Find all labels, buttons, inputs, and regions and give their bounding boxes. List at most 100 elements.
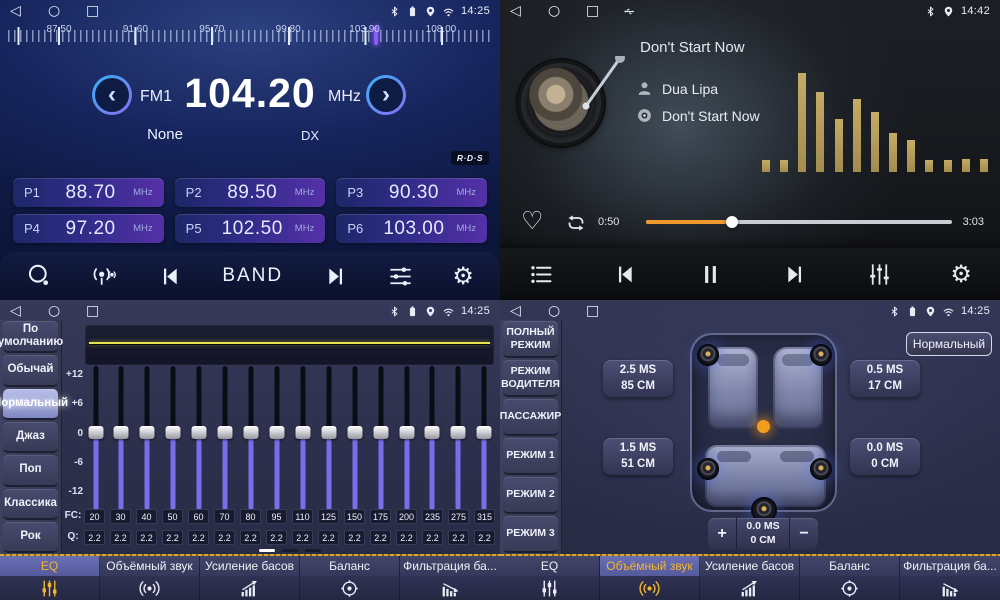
eq-band-slider[interactable] <box>88 366 103 508</box>
eq-band-slider[interactable] <box>399 366 414 508</box>
tune-up-button[interactable]: › <box>366 75 406 115</box>
slider-thumb[interactable] <box>88 426 103 439</box>
favorite-heart-icon[interactable]: ♡ <box>521 208 543 233</box>
slider-thumb[interactable] <box>477 426 492 439</box>
sound-tab[interactable]: Баланс <box>300 554 400 600</box>
slider-thumb[interactable] <box>192 426 207 439</box>
slider-thumb[interactable] <box>166 426 181 439</box>
nav-recents-icon[interactable]: □ <box>586 4 624 18</box>
eq-band-slider[interactable] <box>192 366 207 508</box>
slider-thumb[interactable] <box>295 426 310 439</box>
eq-preset-button[interactable]: Джаз <box>3 422 58 453</box>
sound-tab[interactable]: Объёмный звук <box>100 554 200 600</box>
settings-gear-icon[interactable]: ⚙ <box>452 264 474 288</box>
eq-band-slider[interactable] <box>347 366 362 508</box>
seek-bar-thumb[interactable] <box>726 216 738 228</box>
slider-thumb[interactable] <box>244 426 259 439</box>
settings-gear-icon[interactable]: ⚙ <box>950 262 972 286</box>
sound-tab[interactable]: Баланс <box>800 554 900 600</box>
slider-thumb[interactable] <box>399 426 414 439</box>
nav-back-icon[interactable]: ◁ <box>10 4 48 18</box>
eq-band-slider[interactable] <box>477 366 492 508</box>
radio-preset-button[interactable]: P4 97.20 MHz <box>13 214 164 243</box>
eq-preset-button[interactable]: Обычай <box>3 355 58 386</box>
slider-thumb[interactable] <box>373 426 388 439</box>
repeat-icon[interactable] <box>563 211 589 235</box>
nav-home-icon[interactable]: ○ <box>48 304 86 318</box>
nav-back-icon[interactable]: ◁ <box>10 304 48 318</box>
slider-thumb[interactable] <box>269 426 284 439</box>
slider-thumb[interactable] <box>321 426 336 439</box>
nav-home-icon[interactable]: ○ <box>548 4 586 18</box>
sound-tab[interactable]: Усиление басов <box>700 554 800 600</box>
tune-down-button[interactable]: ‹ <box>92 75 132 115</box>
radio-preset-button[interactable]: P3 90.30 MHz <box>336 178 487 207</box>
pause-icon[interactable] <box>697 261 724 288</box>
nav-home-icon[interactable]: ○ <box>548 304 586 318</box>
listening-mode-button[interactable]: ПОЛНЫЙ РЕЖИМ <box>503 321 558 358</box>
eq-preset-button[interactable]: По умолчанию <box>3 321 58 353</box>
eq-preset-button[interactable]: Рок <box>3 522 58 553</box>
profile-dropdown-button[interactable]: Нормальный <box>906 332 992 356</box>
previous-station-icon[interactable] <box>157 263 184 290</box>
sound-tab[interactable]: Объёмный звук <box>600 554 700 600</box>
eq-band-slider[interactable] <box>373 366 388 508</box>
band-button[interactable]: BAND <box>222 265 283 287</box>
eq-preset-button[interactable]: Нормальный <box>3 389 58 420</box>
eq-band-slider[interactable] <box>218 366 233 508</box>
eq-band-slider[interactable] <box>321 366 336 508</box>
rear-right-delay-button[interactable]: 0.0 MS 0 CM <box>850 438 920 475</box>
broadcast-icon[interactable] <box>91 263 118 290</box>
listening-mode-button[interactable]: РЕЖИМ ВОДИТЕЛЯ <box>503 360 558 397</box>
sound-tab[interactable]: EQ <box>500 554 600 600</box>
slider-thumb[interactable] <box>425 426 440 439</box>
eq-band-slider[interactable] <box>425 366 440 508</box>
listening-mode-button[interactable]: РЕЖИМ 3 <box>503 516 558 553</box>
eq-band-slider[interactable] <box>166 366 181 508</box>
radio-preset-button[interactable]: P6 103.00 MHz <box>336 214 487 243</box>
eq-band-slider[interactable] <box>140 366 155 508</box>
sound-tab[interactable]: Фильтрация ба... <box>900 554 1000 600</box>
front-left-delay-button[interactable]: 2.5 MS 85 CM <box>603 360 673 397</box>
nav-back-icon[interactable]: ◁ <box>510 4 548 18</box>
seek-bar[interactable] <box>646 220 952 224</box>
listening-mode-button[interactable]: РЕЖИМ 1 <box>503 438 558 475</box>
eq-band-slider[interactable] <box>244 366 259 508</box>
front-right-delay-button[interactable]: 0.5 MS 17 CM <box>850 360 920 397</box>
sound-tab[interactable]: Усиление басов <box>200 554 300 600</box>
listener-position-dot[interactable] <box>757 420 770 433</box>
radio-preset-button[interactable]: P1 88.70 MHz <box>13 178 164 207</box>
next-track-icon[interactable] <box>781 261 808 288</box>
slider-thumb[interactable] <box>451 426 466 439</box>
radio-preset-button[interactable]: P5 102.50 MHz <box>175 214 326 243</box>
rear-left-delay-button[interactable]: 1.5 MS 51 CM <box>603 438 673 475</box>
equalizer-icon[interactable] <box>866 261 893 288</box>
previous-track-icon[interactable] <box>612 261 639 288</box>
next-station-icon[interactable] <box>322 263 349 290</box>
playlist-icon[interactable] <box>528 261 555 288</box>
eq-band-slider[interactable] <box>114 366 129 508</box>
slider-thumb[interactable] <box>218 426 233 439</box>
eq-preset-button[interactable]: Классика <box>3 489 58 520</box>
decrease-delay-button[interactable]: − <box>790 518 818 549</box>
nav-recents-icon[interactable]: □ <box>586 304 624 318</box>
nav-home-icon[interactable]: ○ <box>48 4 86 18</box>
sound-tab[interactable]: EQ <box>0 554 100 600</box>
nav-recents-icon[interactable]: □ <box>86 304 124 318</box>
equalizer-icon[interactable] <box>387 263 414 290</box>
radio-preset-button[interactable]: P2 89.50 MHz <box>175 178 326 207</box>
eq-preset-button[interactable]: Поп <box>3 455 58 486</box>
slider-thumb[interactable] <box>347 426 362 439</box>
eq-band-slider[interactable] <box>269 366 284 508</box>
listening-mode-button[interactable]: ПАССАЖИР <box>503 399 558 436</box>
sound-tab[interactable]: Фильтрация ба... <box>400 554 500 600</box>
nav-recents-icon[interactable]: □ <box>86 4 124 18</box>
eq-band-slider[interactable] <box>295 366 310 508</box>
slider-thumb[interactable] <box>140 426 155 439</box>
eq-band-slider[interactable] <box>451 366 466 508</box>
increase-delay-button[interactable]: + <box>708 518 736 549</box>
nav-back-icon[interactable]: ◁ <box>510 304 548 318</box>
slider-thumb[interactable] <box>114 426 129 439</box>
listening-mode-button[interactable]: РЕЖИМ 2 <box>503 477 558 514</box>
scan-icon[interactable] <box>26 263 53 290</box>
